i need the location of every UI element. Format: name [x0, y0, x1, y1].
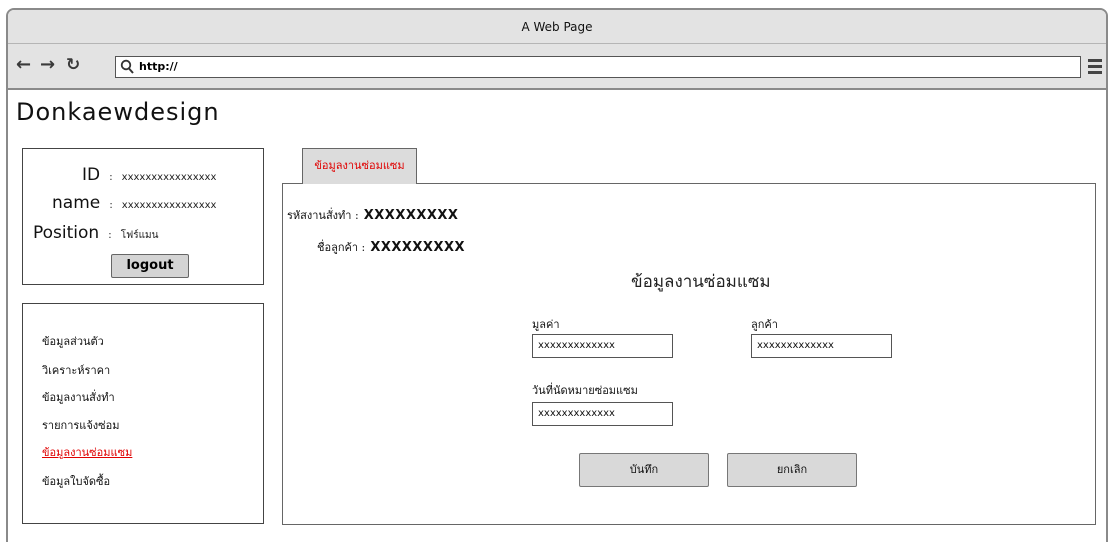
user-name-separator: :: [109, 200, 113, 211]
user-position-row: Position : โฟร์แมน: [33, 223, 158, 243]
value-input[interactable]: xxxxxxxxxxxxx: [532, 334, 673, 358]
sidebar-menu: ข้อมูลส่วนตัว วิเคราะห์ราคา ข้อมูลงานสั่…: [22, 303, 264, 524]
form-title: ข้อมูลงานซ่อมแซม: [631, 272, 771, 292]
order-code-label: รหัสงานสั่งทำ :: [287, 209, 359, 222]
forward-arrow-icon[interactable]: →: [40, 55, 55, 75]
address-bar[interactable]: http://: [115, 56, 1081, 78]
url-text: http://: [139, 60, 178, 73]
user-position-label: Position: [33, 223, 100, 243]
order-code-field: รหัสงานสั่งทำ : XXXXXXXXX: [287, 204, 458, 224]
sidebar-item-purchase-orders[interactable]: ข้อมูลใบจัดซื้อ: [42, 472, 110, 490]
sidebar-item-repair-info[interactable]: ข้อมูลงานซ่อมแซม: [42, 443, 132, 461]
reload-icon[interactable]: ↻: [66, 55, 80, 75]
user-id-value: xxxxxxxxxxxxxxxx: [121, 172, 217, 183]
tab-repair-info[interactable]: ข้อมูลงานซ่อมแซม: [302, 148, 417, 184]
user-id-separator: :: [109, 172, 113, 183]
window-title: A Web Page: [8, 10, 1106, 44]
brand-logo: Donkaewdesign: [16, 98, 220, 126]
customer-name-field: ชื่อลูกค้า : XXXXXXXXX: [317, 236, 465, 256]
customer-label: ลูกค้า: [751, 318, 778, 331]
sidebar-item-price-analysis[interactable]: วิเคราะห์ราคา: [42, 361, 110, 379]
customer-name-label: ชื่อลูกค้า :: [317, 241, 366, 254]
user-position-separator: :: [108, 230, 112, 241]
user-position-value: โฟร์แมน: [120, 230, 159, 241]
logout-button[interactable]: logout: [111, 254, 189, 278]
cancel-button[interactable]: ยกเลิก: [727, 453, 857, 487]
value-label: มูลค่า: [532, 318, 560, 331]
appointment-date-label: วันที่นัดหมายซ่อมแซม: [532, 384, 638, 397]
user-id-label: ID: [82, 165, 101, 185]
user-id-row: ID : xxxxxxxxxxxxxxxx: [82, 165, 216, 185]
order-code-value: XXXXXXXXX: [363, 208, 459, 223]
hamburger-menu-icon[interactable]: [1088, 59, 1102, 77]
save-button[interactable]: บันทึก: [579, 453, 709, 487]
back-arrow-icon[interactable]: ←: [16, 55, 31, 75]
browser-toolbar: ← → ↻ http://: [8, 44, 1106, 90]
appointment-date-input[interactable]: xxxxxxxxxxxxx: [532, 402, 673, 426]
customer-input[interactable]: xxxxxxxxxxxxx: [751, 334, 892, 358]
user-name-value: xxxxxxxxxxxxxxxx: [121, 200, 217, 211]
sidebar-item-order-info[interactable]: ข้อมูลงานสั่งทำ: [42, 388, 115, 406]
customer-name-value: XXXXXXXXX: [370, 240, 466, 255]
sidebar-item-repair-requests[interactable]: รายการแจ้งซ่อม: [42, 416, 120, 434]
user-info-panel: ID : xxxxxxxxxxxxxxxx name : xxxxxxxxxxx…: [22, 148, 264, 285]
search-icon: [120, 59, 134, 74]
sidebar-item-personal-info[interactable]: ข้อมูลส่วนตัว: [42, 332, 104, 350]
user-name-label: name: [52, 193, 101, 213]
user-name-row: name : xxxxxxxxxxxxxxxx: [52, 193, 216, 213]
repair-info-panel: รหัสงานสั่งทำ : XXXXXXXXX ชื่อลูกค้า : X…: [282, 183, 1096, 525]
